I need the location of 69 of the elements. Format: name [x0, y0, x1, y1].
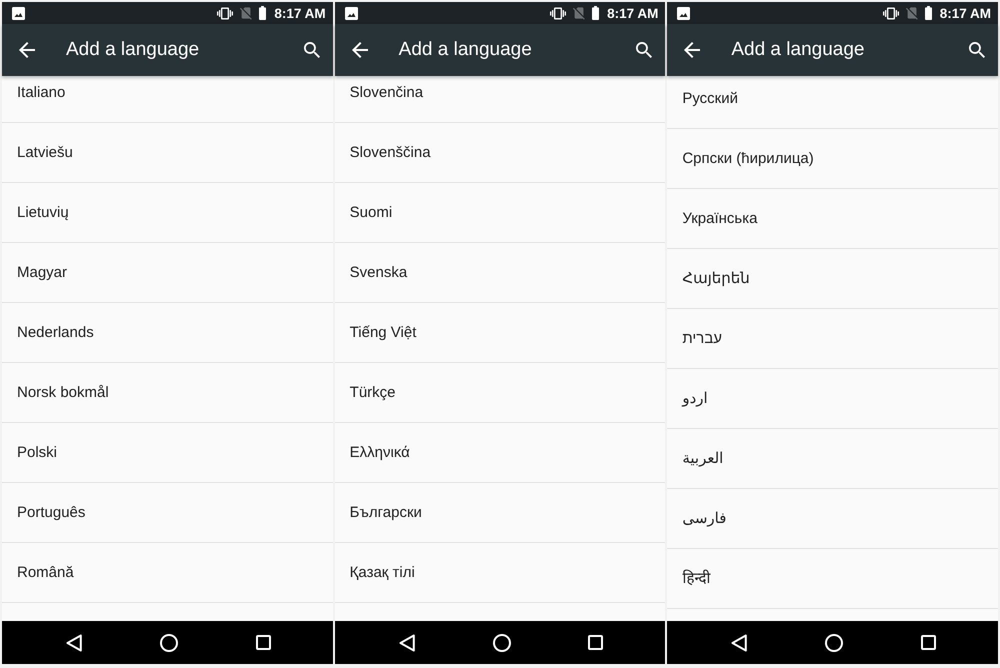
search-icon: [636, 42, 652, 58]
nav-back-button[interactable]: [66, 634, 82, 652]
language-item[interactable]: Қазақ тілі: [334, 543, 666, 603]
image-icon: [677, 6, 690, 20]
toolbar-title: Add a language: [731, 39, 866, 61]
language-item[interactable]: Српски (ћирилица): [667, 129, 998, 189]
battery-icon: [924, 6, 932, 20]
nav-home-icon: [492, 634, 510, 652]
language-item[interactable]: Latviešu: [2, 123, 333, 183]
vibrate-icon: [217, 6, 234, 20]
no-sim-icon: [240, 6, 252, 20]
no-sim-icon: [573, 6, 586, 20]
battery-icon: [592, 6, 600, 20]
language-item[interactable]: Polski: [2, 423, 333, 483]
language-item[interactable]: Ελληνικά: [334, 423, 666, 483]
image-icon: [12, 6, 25, 20]
vibrate-icon: [882, 6, 899, 20]
nav-recents-icon: [921, 635, 936, 650]
nav-recents-button[interactable]: [588, 635, 604, 650]
language-item[interactable]: Italiano: [2, 76, 333, 123]
nav-home-icon: [825, 634, 844, 652]
nav-back-button[interactable]: [731, 634, 748, 652]
language-item[interactable]: Հայերեն: [667, 249, 998, 309]
toolbar-title: Add a language: [66, 39, 200, 61]
language-item[interactable]: हिन्दी: [667, 549, 998, 609]
search-icon: [969, 42, 986, 58]
back-arrow-icon: [684, 42, 700, 58]
nav-home-button[interactable]: [492, 634, 510, 652]
status-time: 8:17 AM: [607, 6, 658, 20]
language-item[interactable]: Українська: [667, 189, 998, 249]
language-item[interactable]: Български: [334, 483, 666, 543]
nav-back-icon: [66, 634, 82, 652]
nav-home-button[interactable]: [825, 634, 844, 652]
nav-recents-icon: [256, 635, 271, 650]
language-item[interactable]: Svenska: [334, 243, 666, 303]
no-sim-icon: [906, 6, 918, 20]
search-icon: [304, 42, 320, 58]
language-item[interactable]: Magyar: [2, 243, 333, 303]
nav-back-icon: [398, 634, 415, 652]
status-time: 8:17 AM: [940, 6, 992, 20]
language-item[interactable]: Русский: [667, 76, 998, 129]
language-item[interactable]: Português: [2, 483, 333, 543]
nav-recents-icon: [588, 635, 604, 650]
language-item[interactable]: Română: [2, 543, 333, 603]
toolbar-title: Add a language: [398, 39, 533, 61]
nav-home-icon: [160, 634, 178, 652]
language-item[interactable]: Slovenščina: [334, 123, 666, 183]
nav-recents-button[interactable]: [256, 635, 271, 650]
language-item[interactable]: العربية: [667, 429, 998, 489]
language-item[interactable]: עברית: [667, 309, 998, 369]
battery-icon: [259, 6, 266, 20]
back-arrow-icon: [19, 42, 35, 58]
nav-back-icon: [731, 634, 748, 652]
nav-recents-button[interactable]: [921, 635, 936, 650]
image-icon: [344, 6, 358, 20]
nav-home-button[interactable]: [160, 634, 178, 652]
language-item[interactable]: اردو: [667, 369, 998, 429]
language-item[interactable]: Slovenčina: [334, 76, 666, 123]
back-arrow-icon: [352, 42, 368, 58]
language-item[interactable]: فارسی: [667, 489, 998, 549]
language-item[interactable]: Lietuvių: [2, 183, 333, 243]
language-item[interactable]: Nederlands: [2, 303, 333, 363]
status-time: 8:17 AM: [274, 6, 326, 20]
vibrate-icon: [550, 6, 566, 20]
language-item[interactable]: Türkçe: [334, 363, 666, 423]
nav-back-button[interactable]: [398, 634, 415, 652]
language-item[interactable]: Tiếng Việt: [334, 303, 666, 363]
language-item[interactable]: Norsk bokmål: [2, 363, 333, 423]
language-item[interactable]: Suomi: [334, 183, 666, 243]
